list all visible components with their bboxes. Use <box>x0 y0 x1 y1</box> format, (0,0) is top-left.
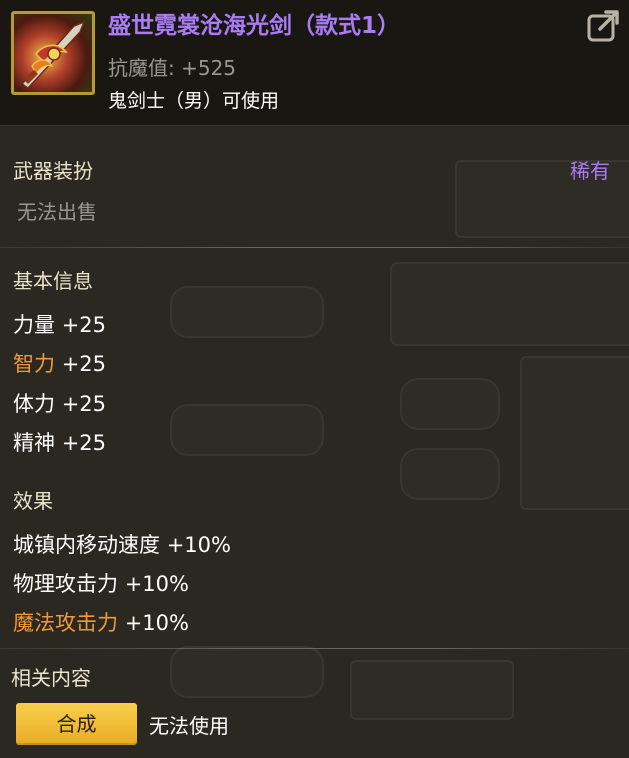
effect-row-town-speed: 城镇内移动速度 +10% <box>13 529 231 559</box>
synthesize-button[interactable]: 合成 <box>16 703 137 745</box>
rarity-badge: 稀有 <box>570 159 610 183</box>
background-button-ghost <box>170 646 324 698</box>
stat-row-spirit: 精神 +25 <box>13 427 106 457</box>
background-card-ghost <box>350 660 514 720</box>
stat-name: 力量 <box>13 313 55 337</box>
effect-name: 物理攻击力 <box>13 572 118 596</box>
background-banner-ghost <box>390 262 629 346</box>
stat-row-vitality: 体力 +25 <box>13 388 106 418</box>
item-name: 盛世霓裳沧海光剑（款式1） <box>108 13 401 39</box>
class-restriction: 鬼剑士（男）可使用 <box>108 90 280 112</box>
divider <box>0 648 629 649</box>
effects-title: 效果 <box>13 489 53 513</box>
sword-costume-icon <box>11 11 95 95</box>
usage-note: 无法使用 <box>149 714 229 738</box>
item-tooltip-panel: 盛世霓裳沧海光剑（款式1） 抗魔值: +525 鬼剑士（男）可使用 武器装扮 稀… <box>0 0 629 758</box>
related-content-title: 相关内容 <box>11 666 91 690</box>
stat-name: 体力 <box>13 392 55 416</box>
background-button-ghost <box>170 286 324 338</box>
category-label: 武器装扮 <box>13 159 93 183</box>
share-icon[interactable] <box>586 8 622 44</box>
tooltip-header: 盛世霓裳沧海光剑（款式1） 抗魔值: +525 鬼剑士（男）可使用 <box>0 0 629 126</box>
stat-value: +25 <box>61 392 107 416</box>
background-button-ghost <box>400 448 500 500</box>
background-button-ghost <box>400 378 500 430</box>
background-button-ghost <box>170 404 324 456</box>
stat-name: 精神 <box>13 431 55 455</box>
effect-name: 城镇内移动速度 <box>13 533 160 557</box>
stat-row-intelligence: 智力 +25 <box>13 348 106 378</box>
stat-value: +25 <box>61 431 107 455</box>
magic-resist-value: 抗魔值: +525 <box>108 56 237 80</box>
stat-row-strength: 力量 +25 <box>13 309 106 339</box>
basic-info-title: 基本信息 <box>13 269 93 293</box>
stat-name: 智力 <box>13 352 55 376</box>
background-card-ghost <box>520 356 629 510</box>
effect-value: +10% <box>166 533 231 557</box>
effect-value: +10% <box>124 611 189 635</box>
stat-value: +25 <box>61 352 107 376</box>
effect-row-physical-attack: 物理攻击力 +10% <box>13 568 189 598</box>
divider <box>0 247 629 248</box>
sell-status: 无法出售 <box>17 200 97 224</box>
effect-row-magic-attack: 魔法攻击力 +10% <box>13 607 189 637</box>
effect-value: +10% <box>124 572 189 596</box>
effect-name: 魔法攻击力 <box>13 611 118 635</box>
stat-value: +25 <box>61 313 107 337</box>
